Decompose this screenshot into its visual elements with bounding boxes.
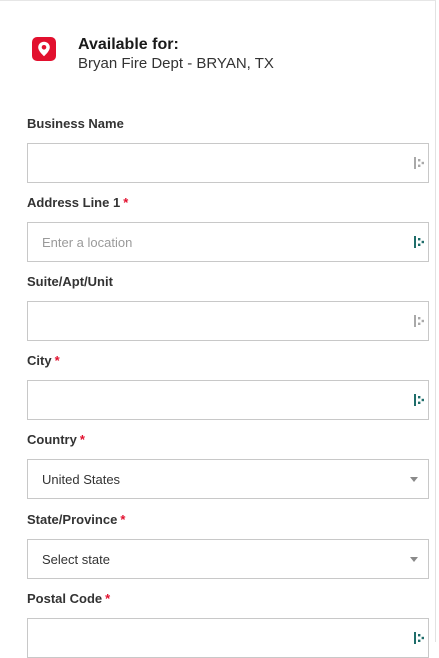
address-line1-input-box xyxy=(27,222,429,262)
business-name-field: Business Name xyxy=(27,116,432,183)
address-line1-field: Address Line 1 * xyxy=(27,195,432,262)
required-marker: * xyxy=(120,512,126,527)
chevron-down-icon xyxy=(410,477,418,482)
postal-code-field: Postal Code * xyxy=(27,591,432,658)
postal-code-input-box xyxy=(27,618,429,658)
address-line1-label: Address Line 1 xyxy=(27,195,121,210)
required-marker: * xyxy=(105,591,111,606)
autofill-icon[interactable] xyxy=(414,156,424,170)
autofill-icon[interactable] xyxy=(414,393,424,407)
address-line1-input[interactable] xyxy=(28,223,402,261)
postal-code-label: Postal Code xyxy=(27,591,103,606)
autofill-icon[interactable] xyxy=(414,314,424,328)
suite-field: Suite/Apt/Unit xyxy=(27,274,432,341)
autofill-icon[interactable] xyxy=(414,631,424,645)
city-field: City * xyxy=(27,353,432,420)
country-select[interactable]: United States xyxy=(27,459,429,499)
autofill-icon[interactable] xyxy=(414,235,424,249)
suite-input-box xyxy=(27,301,429,341)
state-selected-value: Select state xyxy=(42,551,110,567)
city-input-box xyxy=(27,380,429,420)
city-label: City xyxy=(27,353,52,368)
city-input[interactable] xyxy=(28,381,402,419)
chevron-down-icon xyxy=(410,557,418,562)
suite-label: Suite/Apt/Unit xyxy=(27,274,113,289)
postal-code-input[interactable] xyxy=(28,619,402,657)
availability-info: Available for: Bryan Fire Dept - BRYAN, … xyxy=(32,35,274,73)
country-selected-value: United States xyxy=(42,471,121,487)
business-name-input-box xyxy=(27,143,429,183)
business-name-label: Business Name xyxy=(27,116,124,131)
required-marker: * xyxy=(79,432,85,447)
business-name-input[interactable] xyxy=(28,144,402,182)
availability-location: Bryan Fire Dept - BRYAN, TX xyxy=(78,55,274,72)
address-form-panel: Available for: Bryan Fire Dept - BRYAN, … xyxy=(0,0,436,658)
required-marker: * xyxy=(123,195,129,210)
suite-input[interactable] xyxy=(28,302,402,340)
state-field: State/Province * Select state xyxy=(27,512,432,579)
state-label: State/Province xyxy=(27,512,118,527)
country-field: Country * United States xyxy=(27,432,432,499)
availability-title: Available for: xyxy=(78,36,179,53)
country-label: Country xyxy=(27,432,77,447)
map-pin-icon xyxy=(32,37,56,61)
required-marker: * xyxy=(54,353,60,368)
state-select[interactable]: Select state xyxy=(27,539,429,579)
